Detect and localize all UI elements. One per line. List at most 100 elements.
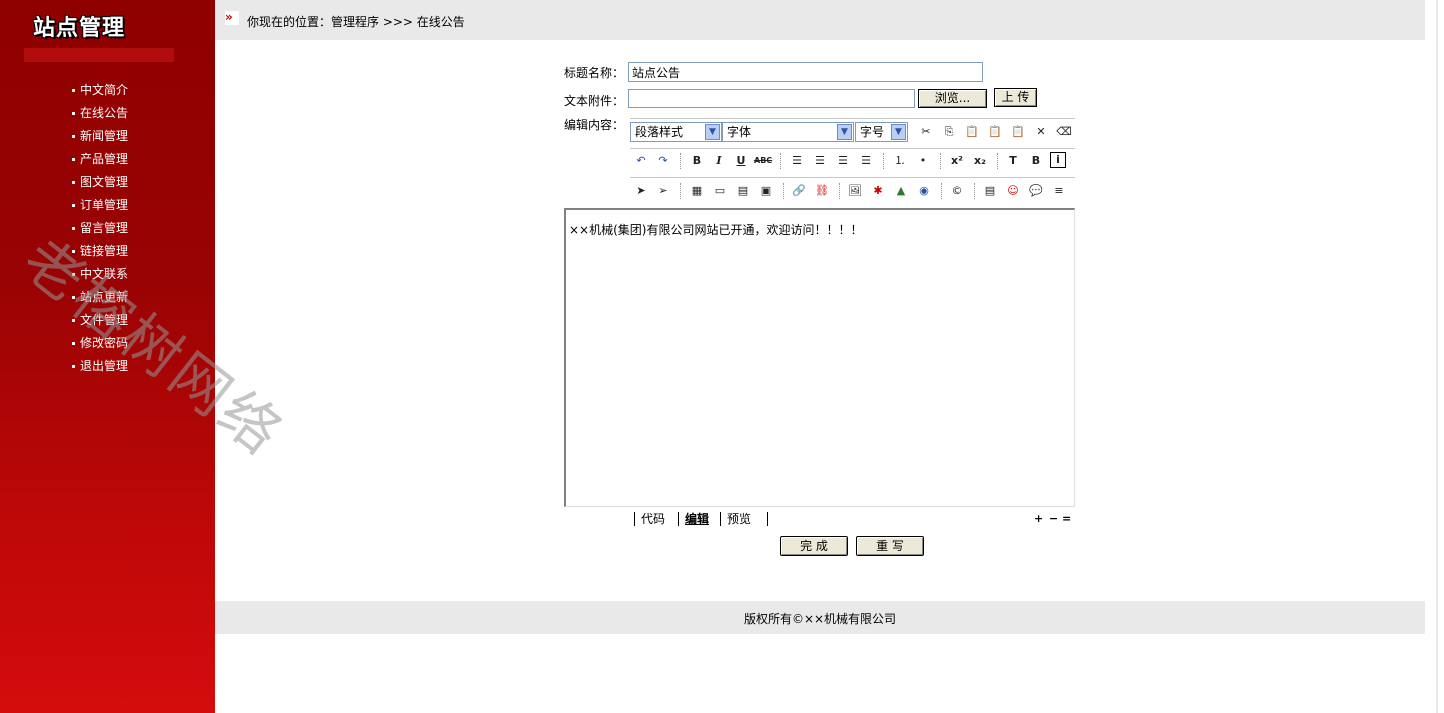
reset-editor-size-button[interactable]: = [1062, 512, 1071, 525]
emoticon-icon[interactable]: ☺ [1004, 182, 1022, 200]
sidebar-item-contact[interactable]: 中文联系 [72, 264, 128, 287]
delete-icon[interactable]: ✕ [1032, 123, 1050, 141]
editor-toolbar-row-2: ↶ ↷ B I U ABC ☰ ☰ ☰ ☰ ⒈ • x² x₂ T B i [630, 148, 1075, 173]
header-bar: » 你现在的位置：管理程序 >>> 在线公告 [215, 0, 1425, 40]
select-pointer-icon[interactable]: ➤ [632, 182, 650, 200]
table-icon[interactable]: ▦ [688, 182, 706, 200]
browse-button[interactable]: 浏览... [918, 89, 987, 108]
frame-icon[interactable]: ▭ [711, 182, 729, 200]
align-right-icon[interactable]: ☰ [834, 152, 852, 170]
bullet-icon [72, 112, 75, 115]
paste-word-icon[interactable]: 📋 [1009, 123, 1027, 141]
toolbar-separator [780, 153, 782, 169]
paste-text-icon[interactable]: 📋 [986, 123, 1004, 141]
shrink-editor-button[interactable]: − [1049, 512, 1058, 525]
sidebar-item-label: 中文简介 [80, 83, 129, 97]
toolbar-separator [680, 153, 682, 169]
sidebar-item-messages[interactable]: 留言管理 [72, 218, 128, 241]
upload-button[interactable]: 上 传 [994, 88, 1037, 107]
sidebar: 站点管理 中文简介 在线公告 新闻管理 产品管理 图文管理 订单管理 留言管理 … [0, 0, 215, 713]
paragraph-style-value: 段落样式 [635, 125, 684, 139]
submit-button[interactable]: 完 成 [780, 536, 848, 556]
sidebar-item-orders[interactable]: 订单管理 [72, 195, 128, 218]
superscript-icon[interactable]: x² [948, 152, 966, 170]
sidebar-item-links[interactable]: 链接管理 [72, 241, 128, 264]
tab-preview[interactable]: 预览 [720, 512, 768, 526]
chevron-down-icon: ▼ [891, 124, 906, 140]
paragraph-icon[interactable]: ≡ [1050, 182, 1068, 200]
cut-icon[interactable]: ✂ [917, 123, 935, 141]
background-color-icon[interactable]: B [1027, 152, 1045, 170]
tab-code[interactable]: 代码 [634, 512, 679, 526]
marquee-icon[interactable]: ▣ [757, 182, 775, 200]
breadcrumb: 你现在的位置：管理程序 >>> 在线公告 [247, 15, 465, 29]
underline-icon[interactable]: U [732, 152, 750, 170]
reset-button[interactable]: 重 写 [856, 536, 924, 556]
attachment-file-input[interactable] [628, 89, 915, 108]
align-justify-icon[interactable]: ☰ [857, 152, 875, 170]
sidebar-item-site-update[interactable]: 站点更新 [72, 287, 128, 310]
unordered-list-icon[interactable]: • [914, 152, 932, 170]
toolbar-separator [839, 183, 841, 199]
special-char-icon[interactable]: © [948, 182, 966, 200]
page-edge-divider [1436, 0, 1438, 713]
sidebar-item-label: 留言管理 [80, 221, 129, 235]
hyperlink-icon[interactable]: 🔗 [790, 182, 808, 200]
attachment-icon[interactable]: ◉ [915, 182, 933, 200]
copyright-text: 版权所有©××机械有限公司 [743, 612, 897, 626]
site-admin-logo: 站点管理 [33, 15, 126, 41]
sidebar-item-label: 链接管理 [80, 244, 129, 258]
sidebar-item-announcement[interactable]: 在线公告 [72, 103, 128, 126]
copy-icon[interactable]: ⎘ [940, 123, 958, 141]
sidebar-item-files[interactable]: 文件管理 [72, 310, 128, 333]
enlarge-editor-button[interactable]: + [1034, 512, 1043, 525]
bold-icon[interactable]: B [688, 152, 706, 170]
toolbar-separator [997, 153, 999, 169]
subscript-icon[interactable]: x₂ [971, 152, 989, 170]
sidebar-item-chinese-intro[interactable]: 中文简介 [72, 80, 128, 103]
toolbar-separator [883, 153, 885, 169]
paragraph-style-select[interactable]: 段落样式 ▼ [630, 122, 722, 142]
toolbar-separator [783, 183, 785, 199]
info-icon[interactable]: i [1050, 152, 1066, 168]
tab-edit[interactable]: 编辑 [678, 512, 725, 526]
footer: 版权所有©××机械有限公司 [215, 601, 1425, 634]
flash-icon[interactable]: ✱ [869, 182, 887, 200]
sidebar-item-password[interactable]: 修改密码 [72, 333, 128, 356]
content-label: 编辑内容： [564, 118, 625, 132]
strikethrough-icon[interactable]: ABC [754, 152, 772, 170]
image-icon[interactable]: 🖼 [846, 182, 864, 200]
bullet-icon [72, 250, 75, 253]
comment-icon[interactable]: 💬 [1027, 182, 1045, 200]
date-icon[interactable]: ▤ [981, 182, 999, 200]
unlink-icon[interactable]: ⛓ [813, 182, 831, 200]
bullet-icon [72, 273, 75, 276]
sidebar-item-logout[interactable]: 退出管理 [72, 356, 128, 379]
title-input[interactable] [628, 62, 983, 82]
italic-icon[interactable]: I [710, 152, 728, 170]
paste-icon[interactable]: 📋 [963, 123, 981, 141]
text-color-icon[interactable]: T [1004, 152, 1022, 170]
bullet-icon [72, 342, 75, 345]
bullet-icon [72, 181, 75, 184]
align-center-icon[interactable]: ☰ [811, 152, 829, 170]
logo-underline [24, 48, 174, 62]
sidebar-item-picture-text[interactable]: 图文管理 [72, 172, 128, 195]
sidebar-item-news[interactable]: 新闻管理 [72, 126, 128, 149]
redo-icon[interactable]: ↷ [654, 152, 672, 170]
font-value: 字体 [727, 125, 752, 139]
font-select[interactable]: 字体 ▼ [722, 122, 854, 142]
sidebar-item-products[interactable]: 产品管理 [72, 149, 128, 172]
ordered-list-icon[interactable]: ⒈ [891, 152, 909, 170]
absolute-position-icon[interactable]: ➢ [654, 182, 672, 200]
rich-text-editor[interactable]: ××机械(集团)有限公司网站已开通，欢迎访问！！！！ [564, 208, 1075, 507]
eraser-icon[interactable]: ⌫ [1055, 123, 1073, 141]
undo-icon[interactable]: ↶ [632, 152, 650, 170]
sidebar-item-label: 中文联系 [80, 267, 129, 281]
bullet-icon [72, 158, 75, 161]
align-left-icon[interactable]: ☰ [788, 152, 806, 170]
media-icon[interactable]: ▲ [892, 182, 910, 200]
horizontal-rule-icon[interactable]: ▤ [734, 182, 752, 200]
sidebar-menu: 中文简介 在线公告 新闻管理 产品管理 图文管理 订单管理 留言管理 链接管理 … [72, 80, 128, 379]
font-size-select[interactable]: 字号 ▼ [855, 122, 908, 142]
